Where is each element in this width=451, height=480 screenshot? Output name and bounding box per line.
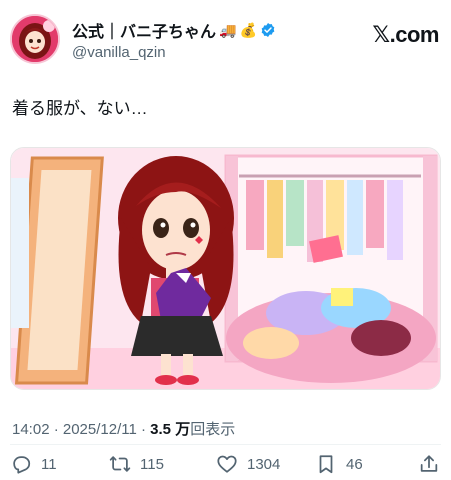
divider (10, 444, 441, 445)
heart-icon (217, 455, 237, 473)
truck-emoji: 🚚 (219, 22, 237, 38)
tweet-text: 着る服が、ない… (12, 99, 148, 118)
verified-badge-icon (261, 23, 275, 37)
bookmark-button[interactable]: 46 (315, 452, 363, 476)
like-count: 1304 (247, 455, 281, 473)
money-bag-emoji: 💰 (239, 22, 257, 38)
bookmark-count: 46 (346, 455, 363, 473)
tweet-header: 公式｜バニ子ちゃん 🚚 💰 @vanilla_qzin 𝕏.com (10, 10, 441, 68)
author-display-name[interactable]: 公式｜バニ子ちゃん (72, 18, 216, 42)
repost-icon (109, 456, 131, 472)
tweet-time: 14:02 · 2025/12/11 · (12, 421, 151, 438)
reply-button[interactable]: 11 (10, 452, 57, 476)
share-button[interactable] (418, 452, 440, 476)
view-label: 回表示 (190, 421, 236, 438)
reply-count: 11 (41, 455, 57, 473)
author-handle[interactable]: @vanilla_qzin (72, 44, 166, 61)
repost-count: 115 (140, 455, 164, 473)
author-avatar[interactable] (10, 14, 60, 64)
bookmark-icon (319, 455, 333, 474)
tweet-timestamp[interactable]: 14:02 · 2025/12/11 · 3.5 万回表示 (12, 418, 235, 439)
illustration-scene (11, 148, 440, 389)
share-icon (420, 455, 438, 472)
tweet-image[interactable] (10, 147, 441, 390)
repost-button[interactable]: 115 (109, 452, 164, 476)
author-name-row[interactable]: 公式｜バニ子ちゃん 🚚 💰 (72, 19, 276, 41)
avatar-illustration (12, 16, 58, 62)
reply-icon (13, 456, 31, 474)
site-logo[interactable]: 𝕏.com (372, 22, 439, 48)
view-count: 3.5 万 (150, 421, 191, 438)
action-bar: 11 115 1304 46 (8, 452, 441, 476)
like-button[interactable]: 1304 (216, 452, 280, 476)
